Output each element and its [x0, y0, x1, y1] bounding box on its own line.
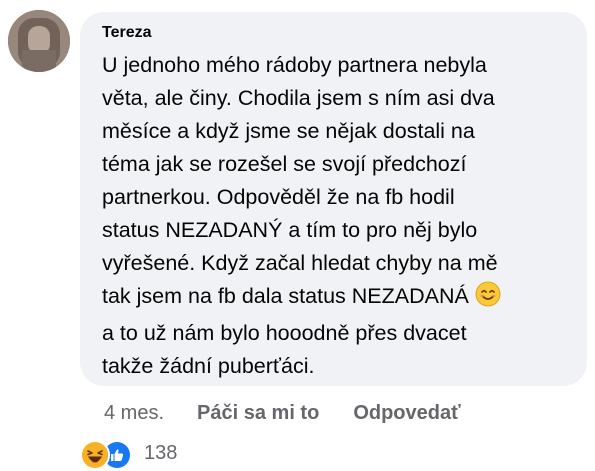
reaction-count: 138: [144, 441, 178, 464]
smiling-face-icon: [475, 281, 501, 317]
blurred-profile-photo: [8, 10, 70, 72]
reaction-summary[interactable]: 138: [80, 438, 178, 470]
comment-line: takže žádní puberťáci.: [102, 354, 315, 378]
comment-line: a to už nám bylo hooodně přes dvacet: [102, 321, 467, 345]
comment-line: téma jak se rozešel se svojí předchozí: [102, 152, 467, 176]
comment-text: U jednoho mého rádoby partnera nebyla vě…: [102, 49, 567, 383]
comment-line: partnerkou. Odpověděl že na fb hodil: [102, 185, 455, 209]
comment-bubble: Tereza U jednoho mého rádoby partnera ne…: [80, 12, 587, 386]
comment-line: vyřešené. Když začal hledat chyby na mě: [102, 251, 498, 275]
comment-line: věta, ale činy. Chodila jsem s ním asi d…: [102, 86, 495, 110]
comment-timestamp[interactable]: 4 mes.: [104, 402, 164, 425]
comment-line: U jednoho mého rádoby partnera nebyla: [102, 53, 487, 77]
comment-line-with-emoji: tak jsem na fb dala status NEZADANÁ: [102, 280, 567, 317]
haha-icon: [80, 440, 110, 470]
reaction-icons: [80, 438, 134, 470]
comment-author[interactable]: Tereza: [102, 23, 567, 43]
comment-line: status NEZADANÝ a tím to pro něj bylo: [102, 218, 478, 242]
reply-button[interactable]: Odpovedať: [353, 402, 460, 425]
like-button[interactable]: Páči sa mi to: [197, 402, 319, 425]
comment-actions: 4 mes. Páči sa mi to Odpovedať: [104, 398, 461, 428]
comment-line: tak jsem na fb dala status NEZADANÁ: [102, 284, 469, 308]
comment: Tereza U jednoho mého rádoby partnera ne…: [0, 0, 595, 471]
avatar[interactable]: [8, 10, 70, 72]
comment-line: měsíce a když jsme se nějak dostali na: [102, 119, 475, 143]
